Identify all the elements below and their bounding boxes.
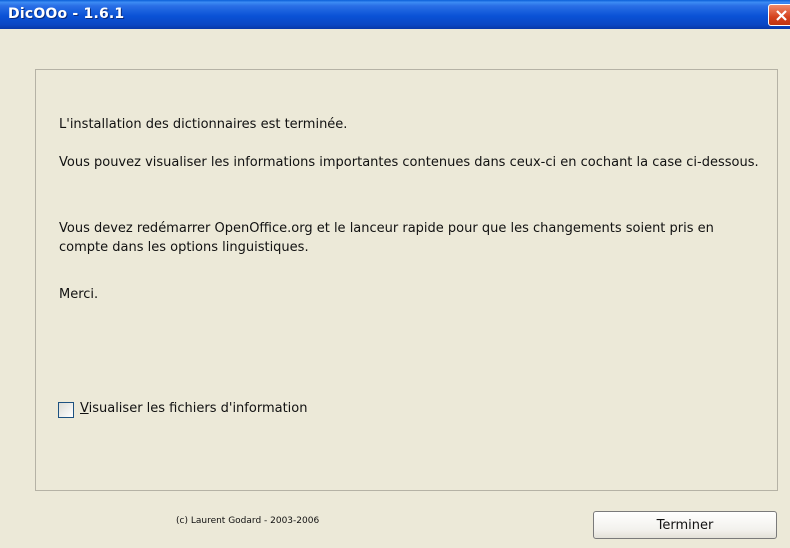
view-info-files-label[interactable]: Visualiser les fichiers d'information — [80, 401, 307, 416]
label-text: isualiser les fichiers d'information — [88, 401, 308, 416]
title-bar[interactable]: DicOOo - 1.6.1 — [0, 0, 790, 29]
finish-button[interactable]: Terminer — [593, 511, 777, 539]
restart-message: Vous devez redémarrer OpenOffice.org et … — [59, 221, 714, 255]
close-button[interactable] — [768, 4, 790, 26]
completion-message: L'installation des dictionnaires est ter… — [59, 117, 348, 132]
mnemonic-letter: V — [80, 401, 89, 416]
view-info-files-checkbox[interactable] — [58, 402, 74, 418]
thanks-message: Merci. — [59, 287, 99, 302]
window-title: DicOOo - 1.6.1 — [8, 6, 125, 22]
dialog-window: DicOOo - 1.6.1 L'installation des dictio… — [0, 0, 790, 548]
copyright-text: (c) Laurent Godard - 2003-2006 — [176, 516, 320, 526]
close-icon — [776, 10, 787, 21]
info-message: Vous pouvez visualiser les informations … — [59, 155, 759, 170]
